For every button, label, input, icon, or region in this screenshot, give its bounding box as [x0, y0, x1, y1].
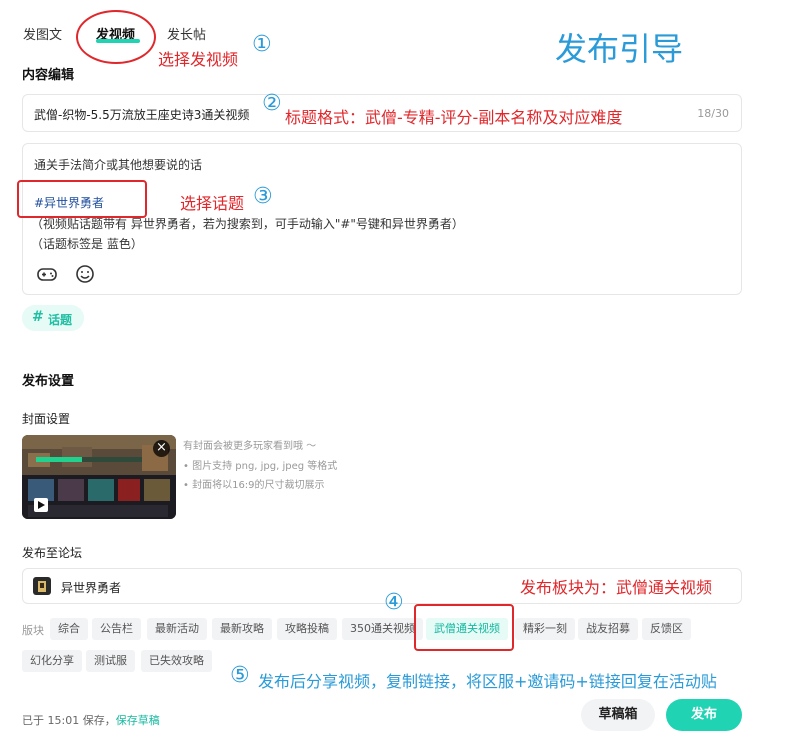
annotation-circle-tab [76, 10, 156, 64]
body-placeholder-line: 通关手法简介或其他想要说的话 [34, 158, 203, 172]
cover-format-note: • 图片支持 png, jpg, jpeg 等格式 [183, 461, 338, 472]
block-chip-latest-guides[interactable]: 最新攻略 [212, 618, 272, 640]
body-note-line-2: （话题标签是 蓝色） [31, 237, 143, 251]
annotation-number-4: ④ [384, 590, 404, 615]
block-chip-expired-guides[interactable]: 已失效攻略 [141, 650, 212, 672]
block-chip-announcement[interactable]: 公告栏 [92, 618, 141, 640]
forum-avatar [33, 577, 51, 595]
cover-image[interactable]: × [22, 435, 176, 519]
saved-status: 已于 15:01 保存，保存草稿 [22, 712, 160, 728]
annotation-share-instructions: 发布后分享视频，复制链接，将区服+邀请码+链接回复在活动贴 [258, 672, 717, 691]
annotation-select-topic: 选择话题 [180, 194, 245, 213]
drafts-button[interactable]: 草稿箱 [581, 699, 655, 731]
annotation-box-topic [17, 180, 147, 218]
cover-crop-note: • 封面将以16:9的尺寸裁切展示 [183, 480, 325, 491]
gamepad-icon[interactable] [36, 264, 58, 284]
body-editor[interactable]: 通关手法简介或其他想要说的话 #异世界勇者 （视频贴话题带有 异世界勇者，若为搜… [22, 143, 742, 295]
cover-hint: 有封面会被更多玩家看到哦 ～ [183, 441, 317, 452]
video-play-icon [34, 498, 48, 512]
block-chip-highlights[interactable]: 精彩一刻 [515, 618, 575, 640]
block-chip-test-server[interactable]: 测试服 [86, 650, 135, 672]
cover-remove-button[interactable]: × [153, 440, 170, 457]
block-chip-latest-events[interactable]: 最新活动 [147, 618, 207, 640]
content-edit-title: 内容编辑 [22, 68, 75, 83]
annotation-box-block [414, 604, 514, 651]
emoji-icon[interactable] [74, 264, 96, 284]
block-chip-team-recruit[interactable]: 战友招募 [578, 618, 638, 640]
block-chip-general[interactable]: 综合 [50, 618, 88, 640]
block-chip-feedback[interactable]: 反馈区 [642, 618, 691, 640]
topic-button[interactable]: # 话题 [22, 305, 84, 331]
cover-settings-title: 封面设置 [22, 412, 71, 426]
annotation-number-2: ② [262, 91, 282, 116]
save-draft-link[interactable]: 保存草稿 [116, 714, 160, 727]
block-chip-guide-submission[interactable]: 攻略投稿 [277, 618, 337, 640]
annotation-number-5: ⑤ [230, 663, 250, 688]
guide-title: 发布引导 [555, 30, 684, 68]
saved-status-text: 已于 15:01 保存， [22, 714, 116, 727]
tab-image-text[interactable]: 发图文 [23, 24, 62, 43]
block-chip-transmog-share[interactable]: 幻化分享 [22, 650, 82, 672]
title-char-counter: 18/30 [697, 107, 729, 120]
hash-icon: # [32, 309, 44, 325]
annotation-title-format: 标题格式：武僧-专精-评分-副本名称及对应难度 [285, 108, 623, 127]
forum-section-title: 发布至论坛 [22, 546, 83, 560]
topic-button-label: 话题 [48, 313, 73, 327]
block-chip-350-clear-video[interactable]: 350通关视频 [342, 618, 423, 640]
annotation-number-3: ③ [253, 184, 273, 209]
annotation-select-video: 选择发视频 [158, 50, 239, 69]
annotation-publish-block: 发布板块为：武僧通关视频 [520, 578, 713, 597]
publish-button[interactable]: 发布 [666, 699, 742, 731]
forum-name: 异世界勇者 [61, 581, 122, 595]
tab-long-post[interactable]: 发长帖 [167, 24, 206, 43]
annotation-number-1: ① [252, 32, 272, 57]
title-input-value: 武僧-织物-5.5万流放王座史诗3通关视频 [34, 108, 250, 122]
publish-settings-title: 发布设置 [22, 374, 75, 389]
block-label: 版块 [22, 624, 44, 637]
